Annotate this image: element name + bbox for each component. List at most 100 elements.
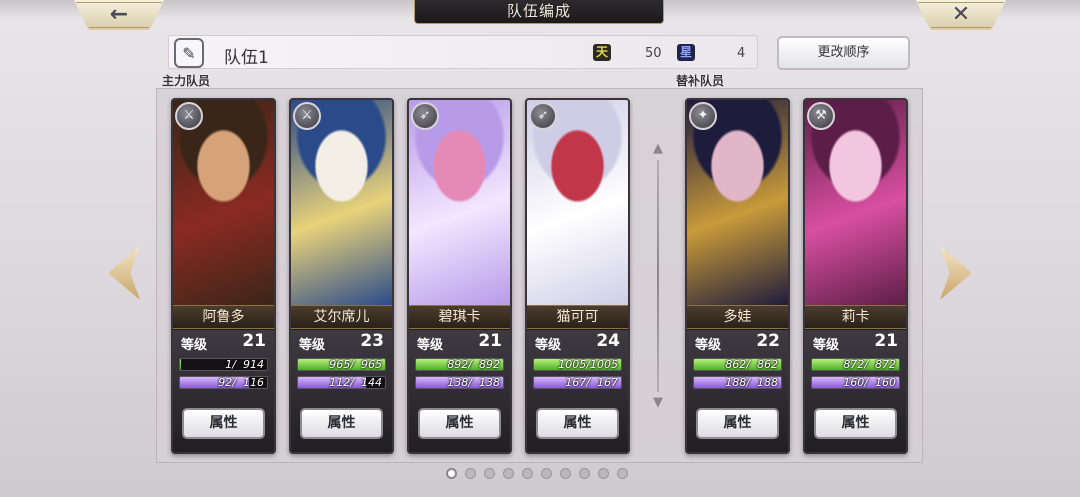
page-dot[interactable] bbox=[484, 468, 495, 479]
level-label: 等级 bbox=[181, 338, 208, 353]
mp-text: 92/ 116 bbox=[211, 376, 264, 389]
mp-bar: 92/ 116 bbox=[179, 376, 268, 389]
page-dot[interactable] bbox=[503, 468, 514, 479]
mp-text: 167/ 167 bbox=[561, 376, 618, 389]
next-page-arrow-icon[interactable] bbox=[940, 246, 972, 300]
member-card[interactable]: ➶ 猫可可 等级 24 1005/1005 167/ 167 属性 bbox=[525, 98, 630, 454]
member-card[interactable]: ⚔ 阿鲁多 等级 21 1/ 914 92/ 116 属性 bbox=[171, 98, 276, 454]
character-name: 阿鲁多 bbox=[173, 305, 274, 329]
page-indicator bbox=[446, 468, 628, 480]
mp-text: 138/ 138 bbox=[443, 376, 500, 389]
attributes-button[interactable]: 属性 bbox=[536, 408, 619, 439]
hp-text: 872/ 872 bbox=[839, 358, 896, 371]
character-name: 猫可可 bbox=[527, 305, 628, 329]
class-icon: ➶ bbox=[529, 102, 557, 130]
team-name: 队伍1 bbox=[224, 48, 269, 68]
close-icon: ✕ bbox=[951, 2, 971, 27]
character-name: 多娃 bbox=[687, 305, 788, 329]
attributes-button[interactable]: 属性 bbox=[182, 408, 265, 439]
member-card[interactable]: ✦ 多娃 等级 22 862/ 862 188/ 188 属性 bbox=[685, 98, 790, 454]
mp-bar: 160/ 160 bbox=[811, 376, 900, 389]
hp-text: 1/ 914 bbox=[214, 358, 264, 371]
reserve-members-label: 替补队员 bbox=[676, 74, 725, 88]
page-dot[interactable] bbox=[446, 468, 457, 479]
prev-page-arrow-icon[interactable] bbox=[108, 246, 140, 300]
character-portrait bbox=[409, 100, 510, 306]
hp-bar: 862/ 862 bbox=[693, 358, 782, 371]
level-label: 等级 bbox=[535, 338, 562, 353]
pen-icon: ✎ bbox=[182, 43, 196, 63]
hp-bar: 965/ 965 bbox=[297, 358, 386, 371]
level-value: 21 bbox=[874, 331, 898, 351]
member-card[interactable]: ➶ 碧琪卡 等级 21 892/ 892 138/ 138 属性 bbox=[407, 98, 512, 454]
change-order-button[interactable]: 更改顺序 bbox=[777, 36, 910, 70]
page-dot[interactable] bbox=[522, 468, 533, 479]
level-label: 等级 bbox=[299, 338, 326, 353]
page-dot[interactable] bbox=[579, 468, 590, 479]
page-dot[interactable] bbox=[465, 468, 476, 479]
hp-text: 892/ 892 bbox=[443, 358, 500, 371]
character-stats: 等级 23 965/ 965 112/ 144 属性 bbox=[291, 330, 392, 452]
cost-heaven-value: 50 bbox=[645, 46, 662, 61]
mp-text: 112/ 144 bbox=[325, 376, 382, 389]
back-arrow-icon: ← bbox=[109, 2, 129, 27]
page-dot[interactable] bbox=[560, 468, 571, 479]
hp-text: 1005/1005 bbox=[558, 358, 618, 371]
close-button[interactable]: ✕ bbox=[916, 0, 1006, 30]
class-icon: ⚔ bbox=[175, 102, 203, 130]
character-portrait bbox=[687, 100, 788, 306]
character-portrait bbox=[805, 100, 906, 306]
cost-star-icon: 星 bbox=[677, 44, 695, 61]
hp-bar: 872/ 872 bbox=[811, 358, 900, 371]
character-portrait bbox=[527, 100, 628, 306]
level-value: 24 bbox=[596, 331, 620, 351]
attributes-button[interactable]: 属性 bbox=[814, 408, 897, 439]
mp-text: 160/ 160 bbox=[839, 376, 896, 389]
character-name: 莉卡 bbox=[805, 305, 906, 329]
team-bar: ✎ 队伍1 天 50 星 4 bbox=[168, 35, 758, 69]
character-stats: 等级 21 872/ 872 160/ 160 属性 bbox=[805, 330, 906, 452]
member-card[interactable]: ⚒ 莉卡 等级 21 872/ 872 160/ 160 属性 bbox=[803, 98, 908, 454]
character-name: 碧琪卡 bbox=[409, 305, 510, 329]
character-stats: 等级 22 862/ 862 188/ 188 属性 bbox=[687, 330, 788, 452]
cost-heaven-icon: 天 bbox=[593, 44, 611, 61]
level-value: 21 bbox=[478, 331, 502, 351]
level-value: 23 bbox=[360, 331, 384, 351]
section-divider: ▲ ▼ bbox=[653, 141, 663, 410]
character-portrait bbox=[291, 100, 392, 306]
edit-team-name-button[interactable]: ✎ bbox=[174, 38, 204, 68]
mp-text: 188/ 188 bbox=[721, 376, 778, 389]
level-label: 等级 bbox=[417, 338, 444, 353]
attributes-button[interactable]: 属性 bbox=[696, 408, 779, 439]
class-icon: ⚔ bbox=[293, 102, 321, 130]
cost-star-value: 4 bbox=[737, 46, 746, 61]
hp-bar: 1/ 914 bbox=[179, 358, 268, 371]
page-dot[interactable] bbox=[617, 468, 628, 479]
class-icon: ✦ bbox=[689, 102, 717, 130]
hp-text: 862/ 862 bbox=[721, 358, 778, 371]
mp-bar: 138/ 138 bbox=[415, 376, 504, 389]
mp-bar: 167/ 167 bbox=[533, 376, 622, 389]
divider-up-icon: ▲ bbox=[653, 141, 663, 156]
mp-bar: 112/ 144 bbox=[297, 376, 386, 389]
back-button[interactable]: ← bbox=[74, 0, 164, 30]
attributes-button[interactable]: 属性 bbox=[418, 408, 501, 439]
character-portrait bbox=[173, 100, 274, 306]
attributes-button[interactable]: 属性 bbox=[300, 408, 383, 439]
hp-bar: 1005/1005 bbox=[533, 358, 622, 371]
class-icon: ⚒ bbox=[807, 102, 835, 130]
divider-down-icon: ▼ bbox=[653, 395, 663, 410]
page-dot[interactable] bbox=[598, 468, 609, 479]
hp-bar: 892/ 892 bbox=[415, 358, 504, 371]
member-card[interactable]: ⚔ 艾尔席儿 等级 23 965/ 965 112/ 144 属性 bbox=[289, 98, 394, 454]
character-stats: 等级 21 1/ 914 92/ 116 属性 bbox=[173, 330, 274, 452]
level-value: 21 bbox=[242, 331, 266, 351]
mp-bar: 188/ 188 bbox=[693, 376, 782, 389]
main-members-label: 主力队员 bbox=[162, 74, 211, 88]
class-icon: ➶ bbox=[411, 102, 439, 130]
character-stats: 等级 21 892/ 892 138/ 138 属性 bbox=[409, 330, 510, 452]
character-stats: 等级 24 1005/1005 167/ 167 属性 bbox=[527, 330, 628, 452]
page-dot[interactable] bbox=[541, 468, 552, 479]
level-value: 22 bbox=[756, 331, 780, 351]
level-label: 等级 bbox=[695, 338, 722, 353]
